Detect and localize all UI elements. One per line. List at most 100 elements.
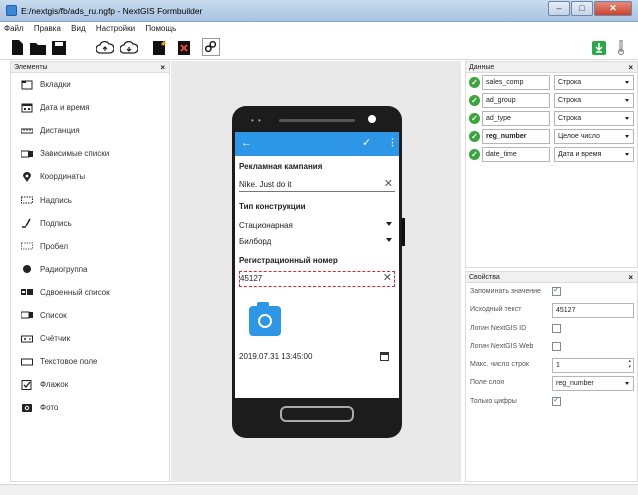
data-field-row: ✓ ad_group Строка [466,93,637,109]
prop-max-lines-label: Макс. число строк [470,361,529,369]
prop-layer-field-row: Поле слоя reg_number [466,374,637,392]
element-item[interactable]: Дистанция [11,119,169,142]
data-field-row: ✓ date_time Дата и время [466,147,637,163]
double-list-icon [21,287,33,297]
element-item-label: Координаты [40,172,86,182]
list-icon [21,310,33,320]
data-panel-close-button[interactable]: × [628,62,633,73]
clear-icon[interactable]: ✕ [384,177,393,190]
reg-number-field[interactable]: 45127 ✕ [239,271,395,287]
back-arrow-icon[interactable]: ← [241,137,252,149]
properties-panel-header: Свойства × [466,272,637,283]
menu-view[interactable]: Вид [67,22,89,35]
new-file-icon[interactable] [10,40,24,55]
data-panel-title: Данные [469,64,495,71]
cloud-download-icon[interactable] [119,40,139,55]
calendar-picker-icon[interactable] [380,352,389,361]
minimize-button[interactable]: – [548,1,570,16]
element-item[interactable]: Координаты [11,165,169,188]
camera-icon [21,403,33,413]
data-field-name-input[interactable]: sales_comp [482,75,550,90]
properties-panel-close-button[interactable]: × [628,272,633,283]
maximize-button[interactable]: □ [571,1,593,16]
element-item[interactable]: Вкладки [11,73,169,96]
max-lines-spinbox[interactable]: 1 [552,358,634,374]
data-field-name-input[interactable]: ad_type [482,111,550,126]
phone-mockup: • • ← ✓ ⋮ Рекламная кампания Nike. Just … [232,106,405,438]
clear-icon[interactable]: ✕ [383,271,392,284]
data-field-type-select[interactable]: Целое число [554,129,634,144]
delete-document-icon[interactable] [177,40,191,55]
data-field-name-input[interactable]: ad_group [482,93,550,108]
check-icon[interactable]: ✓ [362,136,371,149]
element-item[interactable]: Список [11,304,169,327]
element-item[interactable]: Флажок [11,373,169,396]
datetime-field[interactable]: 2019.07.31 13:45:00 [239,350,395,364]
prop-initial-text-label: Исходный текст [470,306,522,314]
element-item-label: Вкладки [40,80,71,90]
data-field-type-select[interactable]: Дата и время [554,147,634,162]
checkbox-icon [21,379,33,390]
digits-only-checkbox[interactable] [552,395,561,406]
layer-field-select[interactable]: reg_number [552,376,634,392]
check-circle-icon: ✓ [469,131,480,142]
textfield-icon [21,357,33,367]
prop-max-lines-row: Макс. число строк 1 [466,356,637,374]
element-item[interactable]: Сдвоенный список [11,281,169,304]
ad-campaign-field[interactable]: Nike. Just do it ✕ [239,178,395,192]
data-field-name-input[interactable]: reg_number [482,129,550,144]
link-icon[interactable] [202,38,220,56]
menu-file[interactable]: Файл [0,22,28,35]
initial-text-input[interactable]: 45127 [552,303,634,319]
data-field-type-select[interactable]: Строка [554,75,634,90]
nextgis-web-checkbox[interactable] [552,341,561,351]
ad-campaign-label: Рекламная кампания [239,162,323,171]
check-circle-icon: ✓ [469,149,480,160]
element-item-label: Дистанция [40,126,80,136]
menu-edit[interactable]: Правка [30,22,65,35]
nextgis-id-checkbox[interactable] [552,323,561,333]
menu-help[interactable]: Помощь [141,22,180,35]
elements-panel-close-button[interactable]: × [160,62,165,73]
camera-button[interactable] [249,302,281,336]
prop-remember-label: Запоминать значение [470,288,541,295]
dropdown-caret-icon [386,238,392,242]
element-item[interactable]: Надпись [11,188,169,211]
data-field-type-select[interactable]: Строка [554,93,634,108]
phone-speaker [279,119,355,122]
phone-screen: ← ✓ ⋮ Рекламная кампания Nike. Just do i… [235,132,399,398]
elements-panel: Элементы × Вкладки Дата и время Дистанция З… [10,61,170,482]
element-item[interactable]: Зависимые списки [11,142,169,165]
construction-type-select[interactable]: Стационарная [239,219,395,233]
element-item[interactable]: Фото [11,396,169,419]
cloud-upload-icon[interactable] [95,40,115,55]
export-icon[interactable] [592,40,606,55]
close-window-button[interactable]: ✕ [594,1,632,16]
remember-value-checkbox[interactable] [552,285,561,296]
open-folder-icon[interactable] [30,40,46,55]
construction-subtype-select[interactable]: Билборд [239,235,395,249]
element-item[interactable]: Текстовое поле [11,350,169,373]
elements-panel-header: Элементы × [11,62,169,73]
toolbar [0,36,638,60]
element-item[interactable]: Радиогруппа [11,258,169,281]
construction-type-label: Тип конструкции [239,202,306,211]
element-item[interactable]: Дата и время [11,96,169,119]
element-item-label: Сдвоенный список [40,287,110,297]
element-item[interactable]: Пробел [11,235,169,258]
camera-lens-icon [258,314,272,328]
app-icon [6,5,17,16]
data-field-row: ✓ sales_comp Строка [466,75,637,91]
save-icon[interactable] [52,40,66,55]
more-menu-icon[interactable]: ⋮ [388,137,397,148]
element-item[interactable]: Подпись [11,212,169,235]
element-item[interactable]: Счётчик [11,327,169,350]
phone-camera [368,115,376,123]
element-item-label: Подпись [40,218,72,228]
dropdown-caret-icon [386,222,392,226]
element-item-label: Пробел [40,241,68,251]
menu-settings[interactable]: Настройки [92,22,139,35]
data-field-type-select[interactable]: Строка [554,111,634,126]
add-document-icon[interactable] [152,40,167,55]
data-field-name-input[interactable]: date_time [482,147,550,162]
